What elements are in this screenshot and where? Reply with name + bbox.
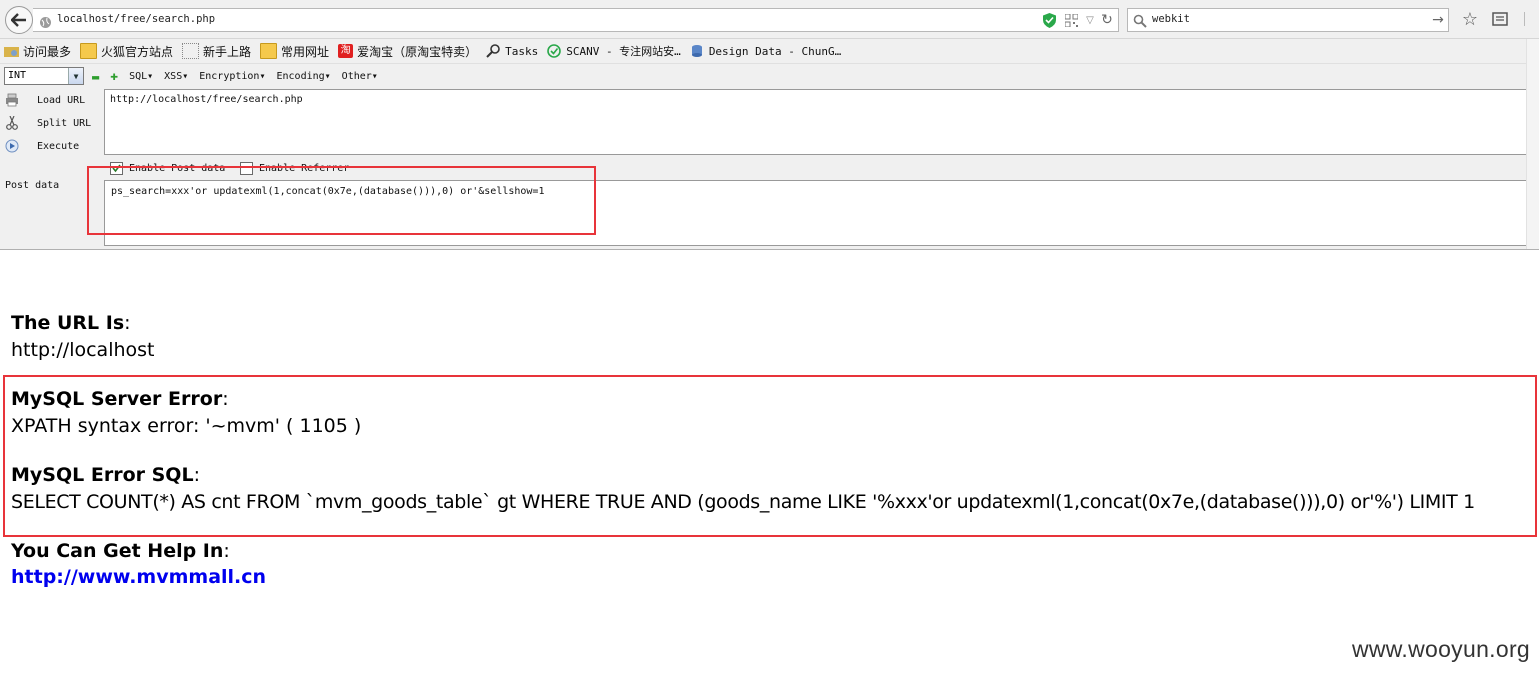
post-data-label: Post data [5, 180, 60, 191]
url-textarea[interactable]: http://localhost/free/search.php [104, 89, 1539, 155]
error-sql-heading-line: MySQL Error SQL: [11, 464, 200, 486]
back-button[interactable] [5, 6, 33, 34]
url-heading-line: The URL Is: [11, 312, 131, 334]
go-arrow-icon[interactable]: → [1430, 12, 1446, 28]
taobao-icon: 淘 [338, 44, 354, 58]
shield-icon[interactable] [1041, 12, 1057, 28]
bookmark-tasks[interactable]: Tasks [486, 44, 538, 58]
url-value: http://localhost [11, 339, 155, 361]
split-url-button[interactable]: Split URL [5, 115, 91, 130]
plus-icon[interactable]: ✚ [110, 69, 118, 84]
bookmark-common-sites[interactable]: 常用网址 [260, 43, 329, 60]
folder-icon [80, 43, 98, 59]
error-sql-value: SELECT COUNT(*) AS cnt FROM `mvm_goods_t… [11, 491, 1475, 513]
menu-other[interactable]: Other▾ [342, 71, 378, 82]
toolbar-overflow [1524, 12, 1534, 26]
watermark: www.wooyun.org [1351, 636, 1530, 662]
search-input[interactable]: webkit [1152, 13, 1190, 25]
bookmark-star-icon[interactable]: ☆ [1460, 9, 1480, 30]
minus-icon[interactable]: ▬ [92, 70, 99, 84]
folder-icon [260, 43, 278, 59]
bookmarks-toolbar: 访问最多 火狐官方站点 新手上路 常用网址 淘 爱淘宝（原淘宝特卖） Tasks… [0, 39, 1539, 64]
menu-encryption[interactable]: Encryption▾ [199, 71, 265, 82]
gear-folder-icon [4, 44, 19, 58]
scissors-icon [5, 115, 19, 130]
menu-sql[interactable]: SQL▾ [129, 71, 153, 82]
dotted-page-icon [182, 43, 200, 59]
magnifier-icon [486, 44, 501, 58]
search-bar[interactable]: webkit → [1127, 8, 1449, 32]
help-link[interactable]: http://www.mvmmall.cn [11, 566, 266, 588]
type-select[interactable]: INT ▼ [4, 67, 84, 85]
reload-icon[interactable]: ↻ [1099, 11, 1115, 29]
help-heading-line: You Can Get Help In: [11, 540, 230, 562]
dropdown-arrow-icon[interactable]: ▽ [1083, 12, 1097, 28]
hackbar-menu: ▬ ✚ SQL▾ XSS▾ Encryption▾ Encoding▾ Othe… [92, 69, 389, 84]
bookmark-most-visited[interactable]: 访问最多 [4, 43, 71, 60]
execute-button[interactable]: Execute [5, 139, 79, 153]
bookmark-getting-started[interactable]: 新手上路 [182, 43, 251, 60]
load-url-button[interactable]: Load URL [5, 93, 85, 107]
qr-code-icon[interactable] [1063, 12, 1079, 28]
check-circle-icon [547, 44, 562, 58]
bookmark-scanv[interactable]: SCANV - 专注网站安… [547, 43, 681, 59]
server-error-heading-line: MySQL Server Error: [11, 388, 229, 410]
help-link-line: http://www.mvmmall.cn [11, 566, 266, 588]
bookmark-firefox-site[interactable]: 火狐官方站点 [80, 43, 173, 60]
scrollbar[interactable] [1526, 39, 1539, 249]
bookmarks-menu-icon[interactable] [1492, 11, 1508, 31]
bookmark-taobao[interactable]: 淘 爱淘宝（原淘宝特卖） [338, 43, 477, 60]
database-icon [690, 44, 705, 58]
bookmark-design-data[interactable]: Design Data - ChunG… [690, 44, 841, 58]
server-error-value: XPATH syntax error: '~mvm' ( 1105 ) [11, 415, 362, 437]
chevron-down-icon[interactable]: ▼ [68, 68, 83, 84]
back-arrow-icon [11, 13, 26, 27]
address-text[interactable]: localhost/free/search.php [57, 13, 215, 25]
play-icon [5, 139, 19, 153]
globe-icon [39, 14, 52, 33]
address-bar[interactable]: localhost/free/search.php ▽ ↻ [33, 8, 1119, 32]
navigation-toolbar: localhost/free/search.php ▽ ↻ webkit → ☆ [0, 0, 1539, 39]
menu-xss[interactable]: XSS▾ [164, 71, 188, 82]
search-icon [1133, 13, 1147, 32]
menu-encoding[interactable]: Encoding▾ [276, 71, 330, 82]
printer-icon [5, 93, 19, 107]
highlight-box-post [87, 166, 596, 235]
